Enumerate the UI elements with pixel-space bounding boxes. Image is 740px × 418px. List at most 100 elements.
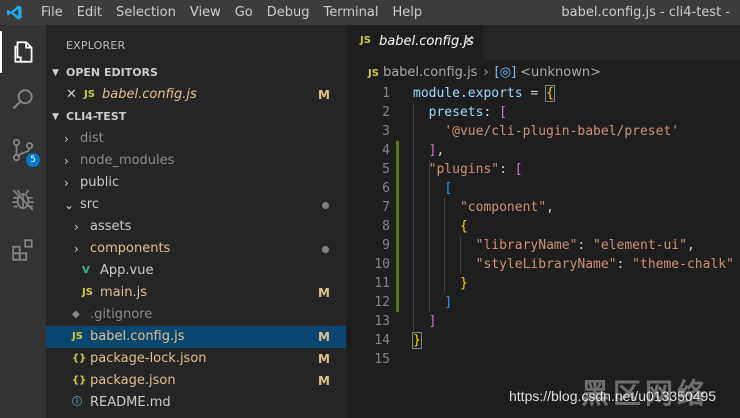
code-token: ,	[436, 143, 445, 158]
code-line: '@vue/cli-plugin-babel/preset'	[413, 122, 679, 141]
git-status: M	[318, 88, 330, 102]
menu-edit[interactable]: Edit	[70, 0, 109, 25]
open-editor-item[interactable]: ✕ JS babel.config.js M	[46, 84, 346, 106]
code-token: :	[499, 162, 515, 177]
tree-item-src[interactable]: ⌄ src	[46, 194, 346, 216]
tab-label: babel.config.js	[379, 34, 474, 49]
git-status: M	[318, 286, 330, 300]
tree-item-node-modules[interactable]: › node_modules	[46, 150, 346, 172]
tree-item-main-js[interactable]: JS main.js M	[46, 282, 346, 304]
tree-item-gitignore[interactable]: ◆ .gitignore	[46, 304, 346, 326]
menu-view[interactable]: View	[183, 0, 228, 25]
extensions-activity-button[interactable]	[0, 229, 46, 271]
menu-file[interactable]: File	[34, 0, 70, 25]
code-token: "component"	[459, 200, 547, 215]
tree-item-assets[interactable]: › assets	[46, 216, 346, 238]
code-line: ],	[413, 141, 445, 160]
line-number: 4	[382, 143, 390, 158]
git-modified-gutter	[396, 141, 399, 312]
json-file-icon: {}	[72, 353, 87, 364]
chevron-right-icon: ›	[64, 132, 69, 146]
open-editor-name: babel.config.js	[102, 87, 197, 102]
tree-item-label: public	[80, 175, 120, 190]
tree-item-label: dist	[80, 131, 104, 146]
menu-selection[interactable]: Selection	[109, 0, 183, 25]
code-line: [	[413, 179, 452, 198]
tree-item-package-json[interactable]: {} package.json M	[46, 370, 346, 392]
js-file-icon: JS	[360, 35, 371, 46]
code-token: }	[412, 332, 422, 349]
tree-item-babel-config-js[interactable]: JS babel.config.js M	[46, 326, 346, 348]
menu-go[interactable]: Go	[228, 0, 260, 25]
breadcrumb-symbol[interactable]: <unknown>	[520, 65, 601, 80]
menu-debug[interactable]: Debug	[260, 0, 317, 25]
tree-item-package-lock-json[interactable]: {} package-lock.json M	[46, 348, 346, 370]
extensions-icon	[12, 239, 33, 261]
symbol-icon: [◎]	[494, 65, 517, 80]
code-token: =	[522, 86, 547, 101]
line-number: 10	[374, 257, 390, 272]
line-number: 6	[382, 181, 390, 196]
modified-dot-icon	[322, 246, 329, 253]
window-title: babel.config.js - cli4-test -	[561, 5, 730, 20]
line-number: 13	[374, 314, 390, 329]
line-number: 15	[374, 352, 390, 367]
js-file-icon: JS	[84, 89, 95, 100]
tree-item-dist[interactable]: › dist	[46, 128, 346, 150]
code-token: ]	[428, 314, 437, 329]
code-token: [	[444, 181, 453, 196]
line-number: 5	[382, 162, 390, 177]
title-bar: File Edit Selection View Go Debug Terminal Help…	[0, 0, 740, 25]
code-line: ]	[413, 312, 437, 331]
tree-item-components[interactable]: › components	[46, 238, 346, 260]
tree-item-label: babel.config.js	[90, 329, 185, 344]
code-token: "element-ui"	[593, 238, 687, 253]
close-icon[interactable]: ✕	[66, 84, 77, 106]
git-status: M	[318, 352, 330, 366]
chevron-right-icon: ›	[74, 242, 79, 256]
code-line: }	[413, 274, 468, 293]
watermark-url: https://blog.csdn.net/u013350495	[509, 388, 717, 404]
tree-item-app-vue[interactable]: V App.vue	[46, 260, 346, 282]
tab-babel-config[interactable]: JS babel.config.js ✕	[346, 25, 483, 60]
tree-item-public[interactable]: › public	[46, 172, 346, 194]
tree-item-label: node_modules	[80, 153, 175, 168]
code-token: :	[577, 238, 594, 253]
json-file-icon: {}	[72, 375, 87, 386]
line-number: 14	[374, 333, 390, 348]
open-editors-header[interactable]: ▼ OPEN EDITORS	[46, 62, 346, 84]
debug-activity-button[interactable]	[0, 179, 46, 221]
tree-item-readme-md[interactable]: ⓘ README.md	[46, 392, 346, 414]
code-token: [	[499, 105, 507, 120]
line-number: 11	[374, 276, 390, 291]
tree-item-label: main.js	[100, 285, 147, 300]
project-header[interactable]: ▼ CLI4-TEST	[46, 106, 346, 128]
breadcrumb-file[interactable]: babel.config.js	[383, 65, 478, 80]
chevron-down-icon: ▼	[52, 68, 59, 78]
git-file-icon: ◆	[72, 309, 80, 320]
code-line: "styleLibraryName": "theme-chalk"	[413, 255, 734, 274]
tree-item-label: src	[80, 197, 99, 212]
sidebar-title: EXPLORER	[66, 39, 126, 52]
search-activity-button[interactable]	[0, 79, 46, 121]
menu-help[interactable]: Help	[385, 0, 429, 25]
code-token: "libraryName"	[475, 238, 578, 253]
close-icon[interactable]: ✕	[463, 33, 475, 49]
git-status: M	[318, 330, 330, 344]
js-file-icon: JS	[82, 287, 93, 298]
code-line: ]	[413, 293, 452, 312]
source-control-activity-button[interactable]: 5	[0, 129, 46, 171]
search-icon	[12, 89, 33, 110]
explorer-activity-button[interactable]	[0, 31, 46, 73]
menu-terminal[interactable]: Terminal	[317, 0, 386, 25]
line-number: 2	[382, 105, 390, 120]
chevron-down-icon: ▼	[52, 112, 59, 122]
chevron-right-icon: ›	[74, 220, 79, 234]
